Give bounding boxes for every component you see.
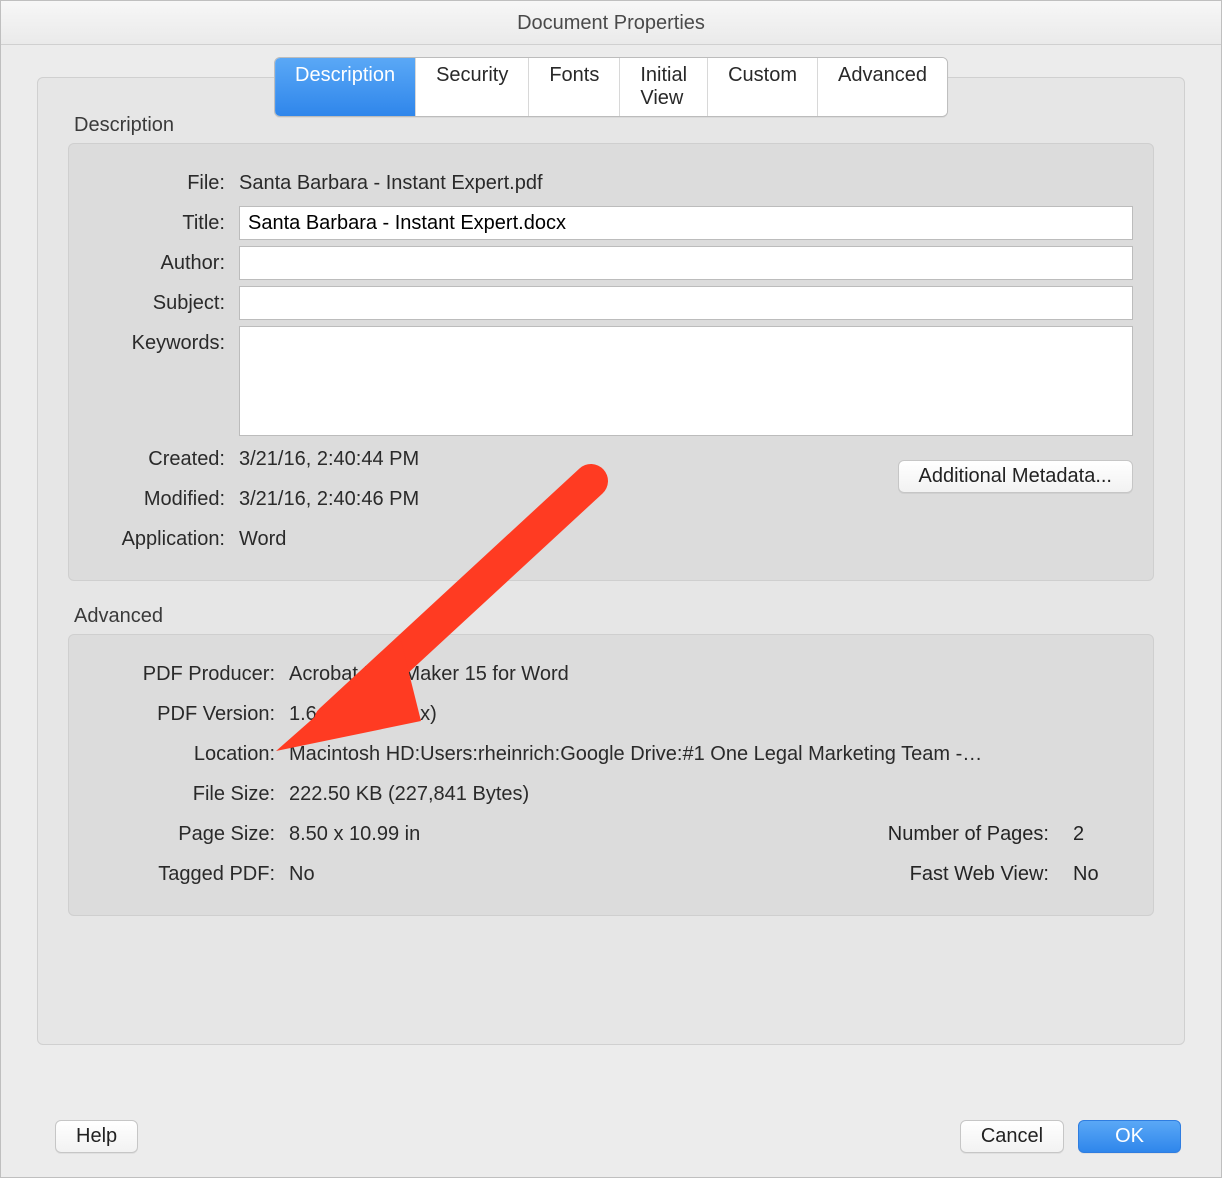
pdf-producer-label: PDF Producer: bbox=[89, 663, 289, 686]
pdf-version-label: PDF Version: bbox=[89, 703, 289, 726]
advanced-box: PDF Producer: Acrobat PDFMaker 15 for Wo… bbox=[68, 634, 1154, 916]
tab-fonts[interactable]: Fonts bbox=[529, 58, 620, 116]
subject-input[interactable] bbox=[239, 286, 1133, 320]
location-label: Location: bbox=[89, 743, 289, 766]
tab-description[interactable]: Description bbox=[275, 58, 416, 116]
description-group: Description File: Santa Barbara - Instan… bbox=[68, 114, 1154, 581]
fast-web-view-label: Fast Web View: bbox=[853, 863, 1073, 886]
description-box: File: Santa Barbara - Instant Expert.pdf… bbox=[68, 143, 1154, 581]
tab-advanced[interactable]: Advanced bbox=[818, 58, 947, 116]
author-input[interactable] bbox=[239, 246, 1133, 280]
page-size-value: 8.50 x 10.99 in bbox=[289, 823, 569, 846]
keywords-input[interactable] bbox=[239, 326, 1133, 436]
tab-initial-view[interactable]: Initial View bbox=[620, 58, 708, 116]
file-label: File: bbox=[89, 172, 239, 195]
additional-metadata-button[interactable]: Additional Metadata... bbox=[898, 460, 1133, 493]
pdf-producer-value: Acrobat PDFMaker 15 for Word bbox=[289, 663, 1133, 686]
author-label: Author: bbox=[89, 252, 239, 275]
tagged-pdf-label: Tagged PDF: bbox=[89, 863, 289, 886]
ok-button[interactable]: OK bbox=[1078, 1120, 1181, 1153]
tab-bar: Description Security Fonts Initial View … bbox=[274, 57, 948, 117]
cancel-button[interactable]: Cancel bbox=[960, 1120, 1064, 1153]
tab-security[interactable]: Security bbox=[416, 58, 529, 116]
dialog-footer: Help Cancel OK bbox=[1, 1120, 1221, 1153]
fast-web-view-value: No bbox=[1073, 863, 1133, 886]
title-input[interactable] bbox=[239, 206, 1133, 240]
location-value: Macintosh HD:Users:rheinrich:Google Driv… bbox=[289, 743, 1133, 766]
tab-custom[interactable]: Custom bbox=[708, 58, 818, 116]
application-value: Word bbox=[239, 528, 1133, 551]
num-pages-value: 2 bbox=[1073, 823, 1133, 846]
pdf-version-value: 1.6 (Acrobat 7.x) bbox=[289, 703, 1133, 726]
file-value: Santa Barbara - Instant Expert.pdf bbox=[239, 172, 1133, 195]
file-size-value: 222.50 KB (227,841 Bytes) bbox=[289, 783, 1133, 806]
description-heading: Description bbox=[74, 114, 1154, 137]
file-size-label: File Size: bbox=[89, 783, 289, 806]
created-label: Created: bbox=[89, 448, 239, 471]
help-button[interactable]: Help bbox=[55, 1120, 138, 1153]
advanced-group: Advanced PDF Producer: Acrobat PDFMaker … bbox=[68, 605, 1154, 916]
document-properties-window: Document Properties Description Security… bbox=[0, 0, 1222, 1178]
keywords-label: Keywords: bbox=[89, 326, 239, 355]
num-pages-label: Number of Pages: bbox=[853, 823, 1073, 846]
window-title: Document Properties bbox=[1, 1, 1221, 45]
page-size-label: Page Size: bbox=[89, 823, 289, 846]
main-panel: Description File: Santa Barbara - Instan… bbox=[37, 77, 1185, 1045]
tagged-pdf-value: No bbox=[289, 863, 569, 886]
subject-label: Subject: bbox=[89, 292, 239, 315]
advanced-heading: Advanced bbox=[74, 605, 1154, 628]
application-label: Application: bbox=[89, 528, 239, 551]
title-label: Title: bbox=[89, 212, 239, 235]
modified-label: Modified: bbox=[89, 488, 239, 511]
